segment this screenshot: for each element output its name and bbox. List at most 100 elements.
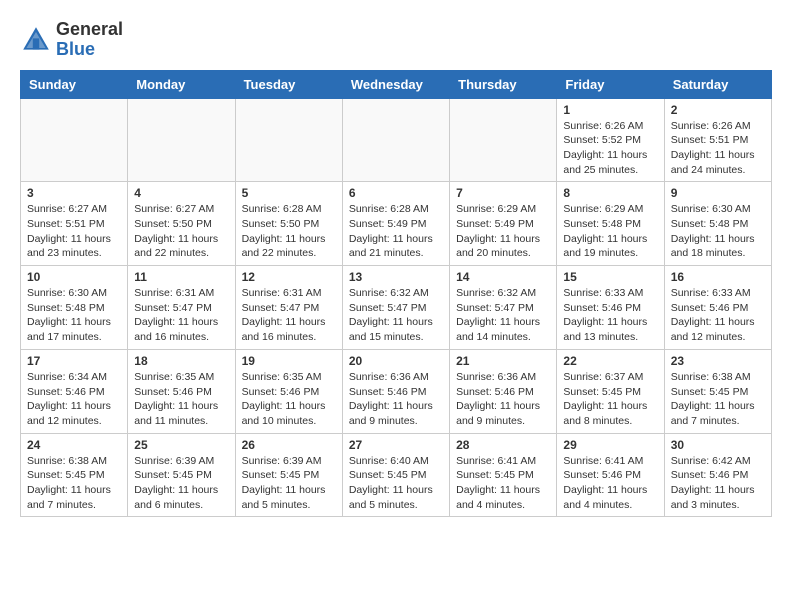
calendar-cell: 8 Sunrise: 6:29 AM Sunset: 5:48 PM Daylig… [557, 182, 664, 266]
calendar-cell: 11 Sunrise: 6:31 AM Sunset: 5:47 PM Dayli… [128, 266, 235, 350]
day-info: Sunrise: 6:39 AM Sunset: 5:45 PM Dayligh… [242, 454, 336, 513]
calendar-cell: 18 Sunrise: 6:35 AM Sunset: 5:46 PM Dayli… [128, 349, 235, 433]
day-number: 12 [242, 270, 336, 284]
day-info: Sunrise: 6:32 AM Sunset: 5:47 PM Dayligh… [349, 286, 443, 345]
day-number: 17 [27, 354, 121, 368]
day-number: 1 [563, 103, 657, 117]
calendar-week-row: 10 Sunrise: 6:30 AM Sunset: 5:48 PM Dayli… [21, 266, 772, 350]
day-number: 4 [134, 186, 228, 200]
weekday-header: Sunday [21, 70, 128, 98]
calendar-week-row: 3 Sunrise: 6:27 AM Sunset: 5:51 PM Daylig… [21, 182, 772, 266]
calendar-cell [342, 98, 449, 182]
day-number: 20 [349, 354, 443, 368]
day-info: Sunrise: 6:28 AM Sunset: 5:49 PM Dayligh… [349, 202, 443, 261]
day-number: 9 [671, 186, 765, 200]
day-info: Sunrise: 6:28 AM Sunset: 5:50 PM Dayligh… [242, 202, 336, 261]
calendar-cell [450, 98, 557, 182]
weekday-header: Saturday [664, 70, 771, 98]
calendar-cell: 1 Sunrise: 6:26 AM Sunset: 5:52 PM Daylig… [557, 98, 664, 182]
day-number: 13 [349, 270, 443, 284]
calendar-cell: 10 Sunrise: 6:30 AM Sunset: 5:48 PM Dayli… [21, 266, 128, 350]
calendar-cell: 14 Sunrise: 6:32 AM Sunset: 5:47 PM Dayli… [450, 266, 557, 350]
day-number: 25 [134, 438, 228, 452]
calendar-week-row: 24 Sunrise: 6:38 AM Sunset: 5:45 PM Dayli… [21, 433, 772, 517]
day-info: Sunrise: 6:38 AM Sunset: 5:45 PM Dayligh… [671, 370, 765, 429]
day-number: 7 [456, 186, 550, 200]
day-info: Sunrise: 6:42 AM Sunset: 5:46 PM Dayligh… [671, 454, 765, 513]
calendar-body: 1 Sunrise: 6:26 AM Sunset: 5:52 PM Daylig… [21, 98, 772, 517]
calendar-cell: 2 Sunrise: 6:26 AM Sunset: 5:51 PM Daylig… [664, 98, 771, 182]
day-number: 16 [671, 270, 765, 284]
day-info: Sunrise: 6:30 AM Sunset: 5:48 PM Dayligh… [27, 286, 121, 345]
calendar-cell: 6Sunrise: 6:28 AM Sunset: 5:49 PM Daylig… [342, 182, 449, 266]
day-info: Sunrise: 6:27 AM Sunset: 5:51 PM Dayligh… [27, 202, 121, 261]
calendar-cell: 22 Sunrise: 6:37 AM Sunset: 5:45 PM Dayli… [557, 349, 664, 433]
calendar-cell: 19Sunrise: 6:35 AM Sunset: 5:46 PM Dayli… [235, 349, 342, 433]
day-number: 27 [349, 438, 443, 452]
day-number: 22 [563, 354, 657, 368]
calendar-cell: 21 Sunrise: 6:36 AM Sunset: 5:46 PM Dayli… [450, 349, 557, 433]
day-number: 28 [456, 438, 550, 452]
day-number: 3 [27, 186, 121, 200]
calendar-cell: 17Sunrise: 6:34 AM Sunset: 5:46 PM Dayli… [21, 349, 128, 433]
calendar-cell: 26 Sunrise: 6:39 AM Sunset: 5:45 PM Dayli… [235, 433, 342, 517]
day-info: Sunrise: 6:33 AM Sunset: 5:46 PM Dayligh… [671, 286, 765, 345]
day-number: 8 [563, 186, 657, 200]
day-number: 5 [242, 186, 336, 200]
day-info: Sunrise: 6:33 AM Sunset: 5:46 PM Dayligh… [563, 286, 657, 345]
calendar-cell: 15 Sunrise: 6:33 AM Sunset: 5:46 PM Dayli… [557, 266, 664, 350]
day-number: 2 [671, 103, 765, 117]
day-info: Sunrise: 6:41 AM Sunset: 5:46 PM Dayligh… [563, 454, 657, 513]
calendar-cell: 20 Sunrise: 6:36 AM Sunset: 5:46 PM Dayli… [342, 349, 449, 433]
page-header: General Blue [20, 20, 772, 60]
calendar-cell [21, 98, 128, 182]
day-number: 30 [671, 438, 765, 452]
day-number: 21 [456, 354, 550, 368]
day-info: Sunrise: 6:37 AM Sunset: 5:45 PM Dayligh… [563, 370, 657, 429]
day-number: 15 [563, 270, 657, 284]
day-info: Sunrise: 6:40 AM Sunset: 5:45 PM Dayligh… [349, 454, 443, 513]
day-info: Sunrise: 6:39 AM Sunset: 5:45 PM Dayligh… [134, 454, 228, 513]
day-number: 14 [456, 270, 550, 284]
day-number: 29 [563, 438, 657, 452]
logo: General Blue [20, 20, 123, 60]
day-info: Sunrise: 6:31 AM Sunset: 5:47 PM Dayligh… [242, 286, 336, 345]
calendar-cell: 13 Sunrise: 6:32 AM Sunset: 5:47 PM Dayli… [342, 266, 449, 350]
calendar-cell: 7 Sunrise: 6:29 AM Sunset: 5:49 PM Daylig… [450, 182, 557, 266]
day-info: Sunrise: 6:30 AM Sunset: 5:48 PM Dayligh… [671, 202, 765, 261]
day-info: Sunrise: 6:29 AM Sunset: 5:48 PM Dayligh… [563, 202, 657, 261]
calendar-cell: 3 Sunrise: 6:27 AM Sunset: 5:51 PM Daylig… [21, 182, 128, 266]
day-info: Sunrise: 6:26 AM Sunset: 5:51 PM Dayligh… [671, 119, 765, 178]
day-number: 24 [27, 438, 121, 452]
calendar-cell: 16 Sunrise: 6:33 AM Sunset: 5:46 PM Dayli… [664, 266, 771, 350]
weekday-header: Thursday [450, 70, 557, 98]
day-info: Sunrise: 6:36 AM Sunset: 5:46 PM Dayligh… [349, 370, 443, 429]
calendar-cell: 9 Sunrise: 6:30 AM Sunset: 5:48 PM Daylig… [664, 182, 771, 266]
calendar-cell: 23Sunrise: 6:38 AM Sunset: 5:45 PM Dayli… [664, 349, 771, 433]
day-info: Sunrise: 6:26 AM Sunset: 5:52 PM Dayligh… [563, 119, 657, 178]
day-number: 26 [242, 438, 336, 452]
calendar-cell: 27 Sunrise: 6:40 AM Sunset: 5:45 PM Dayli… [342, 433, 449, 517]
calendar-cell: 4 Sunrise: 6:27 AM Sunset: 5:50 PM Daylig… [128, 182, 235, 266]
logo-icon [20, 24, 52, 56]
weekday-header: Monday [128, 70, 235, 98]
day-info: Sunrise: 6:38 AM Sunset: 5:45 PM Dayligh… [27, 454, 121, 513]
calendar-cell: 30 Sunrise: 6:42 AM Sunset: 5:46 PM Dayli… [664, 433, 771, 517]
calendar-cell: 12 Sunrise: 6:31 AM Sunset: 5:47 PM Dayli… [235, 266, 342, 350]
day-number: 10 [27, 270, 121, 284]
day-info: Sunrise: 6:35 AM Sunset: 5:46 PM Dayligh… [134, 370, 228, 429]
calendar-table: SundayMondayTuesdayWednesdayThursdayFrid… [20, 70, 772, 518]
calendar-cell: 25 Sunrise: 6:39 AM Sunset: 5:45 PM Dayli… [128, 433, 235, 517]
day-info: Sunrise: 6:41 AM Sunset: 5:45 PM Dayligh… [456, 454, 550, 513]
day-number: 11 [134, 270, 228, 284]
calendar-cell: 24 Sunrise: 6:38 AM Sunset: 5:45 PM Dayli… [21, 433, 128, 517]
calendar-cell [235, 98, 342, 182]
day-info: Sunrise: 6:31 AM Sunset: 5:47 PM Dayligh… [134, 286, 228, 345]
day-info: Sunrise: 6:32 AM Sunset: 5:47 PM Dayligh… [456, 286, 550, 345]
day-number: 18 [134, 354, 228, 368]
weekday-header: Friday [557, 70, 664, 98]
weekday-header-row: SundayMondayTuesdayWednesdayThursdayFrid… [21, 70, 772, 98]
day-info: Sunrise: 6:36 AM Sunset: 5:46 PM Dayligh… [456, 370, 550, 429]
day-info: Sunrise: 6:27 AM Sunset: 5:50 PM Dayligh… [134, 202, 228, 261]
day-info: Sunrise: 6:29 AM Sunset: 5:49 PM Dayligh… [456, 202, 550, 261]
